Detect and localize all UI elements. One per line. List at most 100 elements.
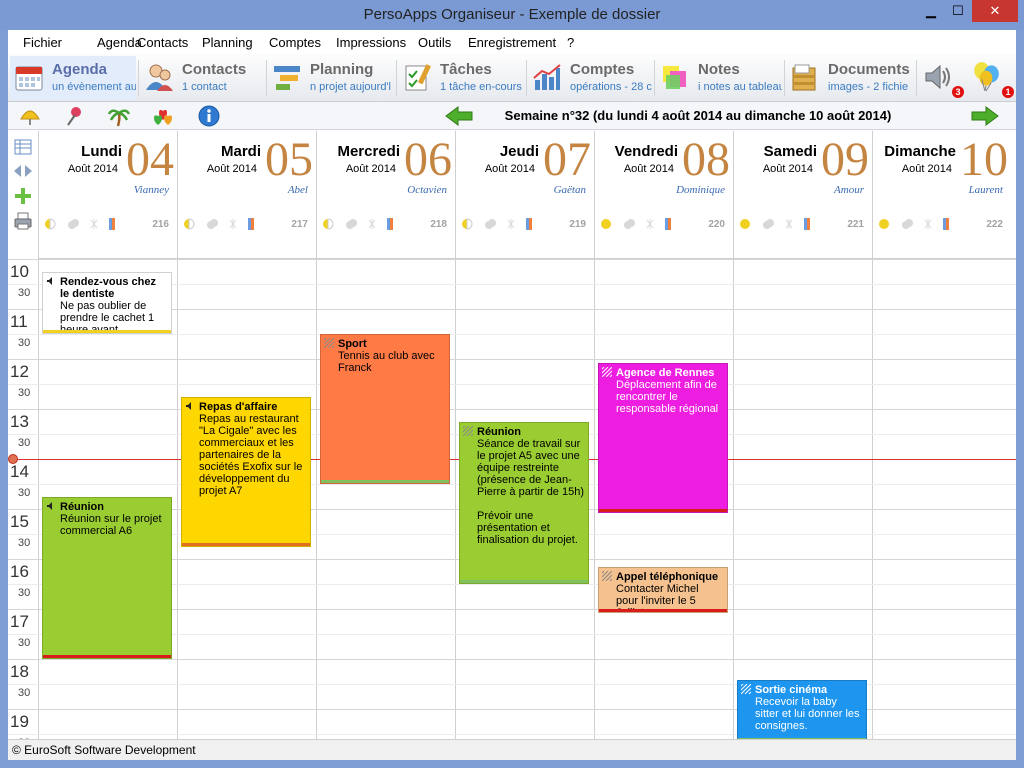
day-header[interactable]: Dimanche Août 2014 10 Laurent 222 — [872, 131, 1016, 259]
day-column-divider — [594, 259, 595, 739]
hatch-icon — [463, 425, 473, 436]
event-block[interactable]: Appel téléphonique Contacter Michel pour … — [598, 567, 728, 614]
separator — [266, 60, 267, 96]
menu-fichier[interactable]: Fichier — [23, 35, 62, 50]
event-description: Tennis au club avec Franck — [338, 350, 435, 374]
status-text: © EuroSoft Software Development — [12, 743, 196, 757]
day-saint: Vianney — [133, 184, 169, 196]
toolbar-notes[interactable]: Notes i notes au tableau — [656, 56, 782, 100]
hearts-icon[interactable] — [152, 105, 174, 127]
palm-tree-icon[interactable] — [108, 105, 130, 127]
minimize-button[interactable]: ▁ — [918, 0, 944, 22]
toolbar-documents[interactable]: Documents images - 2 fichie — [786, 56, 914, 100]
event-block[interactable]: Réunion Réunion sur le projet commercial … — [42, 496, 172, 659]
menu-impressions[interactable]: Impressions — [336, 35, 406, 50]
day-header[interactable]: Vendredi Août 2014 08 Dominique 220 — [594, 131, 733, 259]
day-name: Mercredi — [337, 143, 400, 160]
next-week-arrow-icon[interactable] — [970, 105, 1000, 127]
event-description: Repas au restaurant "La Cigale" avec les… — [199, 412, 303, 497]
planning-icon — [274, 66, 300, 90]
menu-contacts[interactable]: Contacts — [137, 35, 188, 50]
add-icon[interactable] — [13, 186, 33, 206]
day-of-year: 221 — [847, 219, 864, 230]
event-block[interactable]: Réunion Séance de travail sur le projet A… — [459, 421, 589, 584]
view-table-icon[interactable] — [13, 137, 33, 157]
half-hour-line — [8, 384, 1016, 385]
close-button[interactable]: ✕ — [972, 0, 1018, 22]
day-header[interactable]: Jeudi Août 2014 07 Gaëtan 219 — [455, 131, 594, 259]
hour-line — [8, 409, 1016, 410]
hour-line — [8, 359, 1016, 360]
event-block[interactable]: Repas d'affaire Repas au restaurant "La C… — [181, 396, 311, 547]
week-grid[interactable]: 1030113012301330143015301630173018301930… — [8, 259, 1016, 739]
toolbar-subtitle: images - 2 fichie — [828, 81, 909, 93]
umbrella-icon[interactable] — [19, 105, 41, 127]
day-header[interactable]: Lundi Août 2014 04 Vianney 216 — [38, 131, 177, 259]
event-description: Réunion sur le projet commercial A6 — [60, 512, 162, 537]
event-status-bar — [43, 330, 171, 333]
hour-label: 15 — [10, 512, 29, 531]
day-header[interactable]: Samedi Août 2014 09 Amour 221 — [733, 131, 872, 259]
hatch-icon — [602, 571, 612, 582]
event-title: Sport — [338, 338, 367, 350]
day-column-divider — [316, 259, 317, 739]
title-bar: PersoApps Organiseur - Exemple de dossie… — [0, 0, 1024, 30]
menu-outils[interactable]: Outils — [418, 35, 451, 50]
half-hour-label: 30 — [18, 687, 31, 699]
contacts-icon — [146, 64, 173, 91]
event-title: Agence de Rennes — [616, 367, 715, 380]
event-block[interactable]: Rendez-vous chez le dentiste Ne pas oubli… — [42, 271, 172, 334]
toolbar-title: Documents — [828, 61, 910, 78]
day-column-divider — [455, 259, 456, 739]
day-name: Jeudi — [499, 143, 539, 160]
day-number: 09 — [821, 133, 869, 186]
pin-icon[interactable] — [63, 105, 85, 127]
calendar-icon — [15, 66, 43, 91]
event-title: Appel téléphonique — [616, 571, 719, 584]
toolbar-title: Planning — [310, 61, 374, 78]
toolbar-comptes[interactable]: Comptes opérations - 28 c — [528, 56, 652, 100]
toolbar-planning[interactable]: Planning n projet aujourd'l — [268, 56, 394, 100]
event-block[interactable]: Sport Tennis au club avec Franck — [320, 334, 450, 484]
toolbar-title: Comptes — [570, 61, 635, 78]
prev-next-icon[interactable] — [13, 161, 33, 181]
day-saint: Dominique — [676, 184, 725, 196]
event-description: Séance de travail sur le projet A5 avec … — [477, 437, 584, 546]
chart-icon — [533, 64, 561, 90]
day-name: Samedi — [763, 143, 817, 160]
toolbar-balloons[interactable]: 1 — [966, 56, 1014, 100]
event-block[interactable]: Sortie cinéma Recevoir la baby sitter et … — [737, 679, 867, 739]
event-title: Repas d'affaire — [199, 400, 278, 413]
toolbar-taches[interactable]: Tâches 1 tâche en-cours — [398, 56, 524, 100]
half-hour-label: 30 — [18, 587, 31, 599]
half-hour-label: 30 — [18, 437, 31, 449]
day-header[interactable]: Mardi Août 2014 05 Abel 217 — [177, 131, 316, 259]
week-title: Semaine n°32 (du lundi 4 août 2014 au di… — [504, 108, 892, 123]
menu-planning[interactable]: Planning — [202, 35, 253, 50]
info-icon[interactable] — [198, 105, 220, 127]
half-hour-label: 30 — [18, 387, 31, 399]
event-block[interactable]: Agence de Rennes Déplacement afin de renc… — [598, 363, 728, 514]
half-hour-label: 30 — [18, 337, 31, 349]
menu-help[interactable]: ? — [567, 35, 574, 50]
toolbar-subtitle: un évènement au — [52, 81, 136, 93]
toolbar-contacts[interactable]: Contacts 1 contact — [140, 56, 264, 100]
menu-agenda[interactable]: Agenda — [97, 35, 142, 50]
day-of-year: 219 — [569, 219, 586, 230]
day-header[interactable]: Mercredi Août 2014 06 Octavien 218 — [316, 131, 455, 259]
separator — [654, 60, 655, 96]
toolbar-sound[interactable]: 3 — [918, 56, 964, 100]
maximize-button[interactable]: ☐ — [944, 0, 972, 22]
menu-comptes[interactable]: Comptes — [269, 35, 321, 50]
separator — [526, 60, 527, 96]
event-description: Déplacement afin de rencontrer le respon… — [616, 379, 719, 416]
toolbar-agenda[interactable]: Agenda un évènement au — [10, 56, 136, 100]
speaker-icon — [186, 401, 191, 410]
toolbar-subtitle: opérations - 28 c — [570, 81, 652, 93]
menu-bar: Fichier Agenda Contacts Planning Comptes… — [8, 30, 1016, 54]
toolbar-subtitle: n projet aujourd'l — [310, 81, 391, 93]
day-saint: Amour — [834, 184, 864, 196]
menu-enregistrement[interactable]: Enregistrement — [468, 35, 556, 50]
print-icon[interactable] — [13, 211, 33, 231]
separator — [784, 60, 785, 96]
